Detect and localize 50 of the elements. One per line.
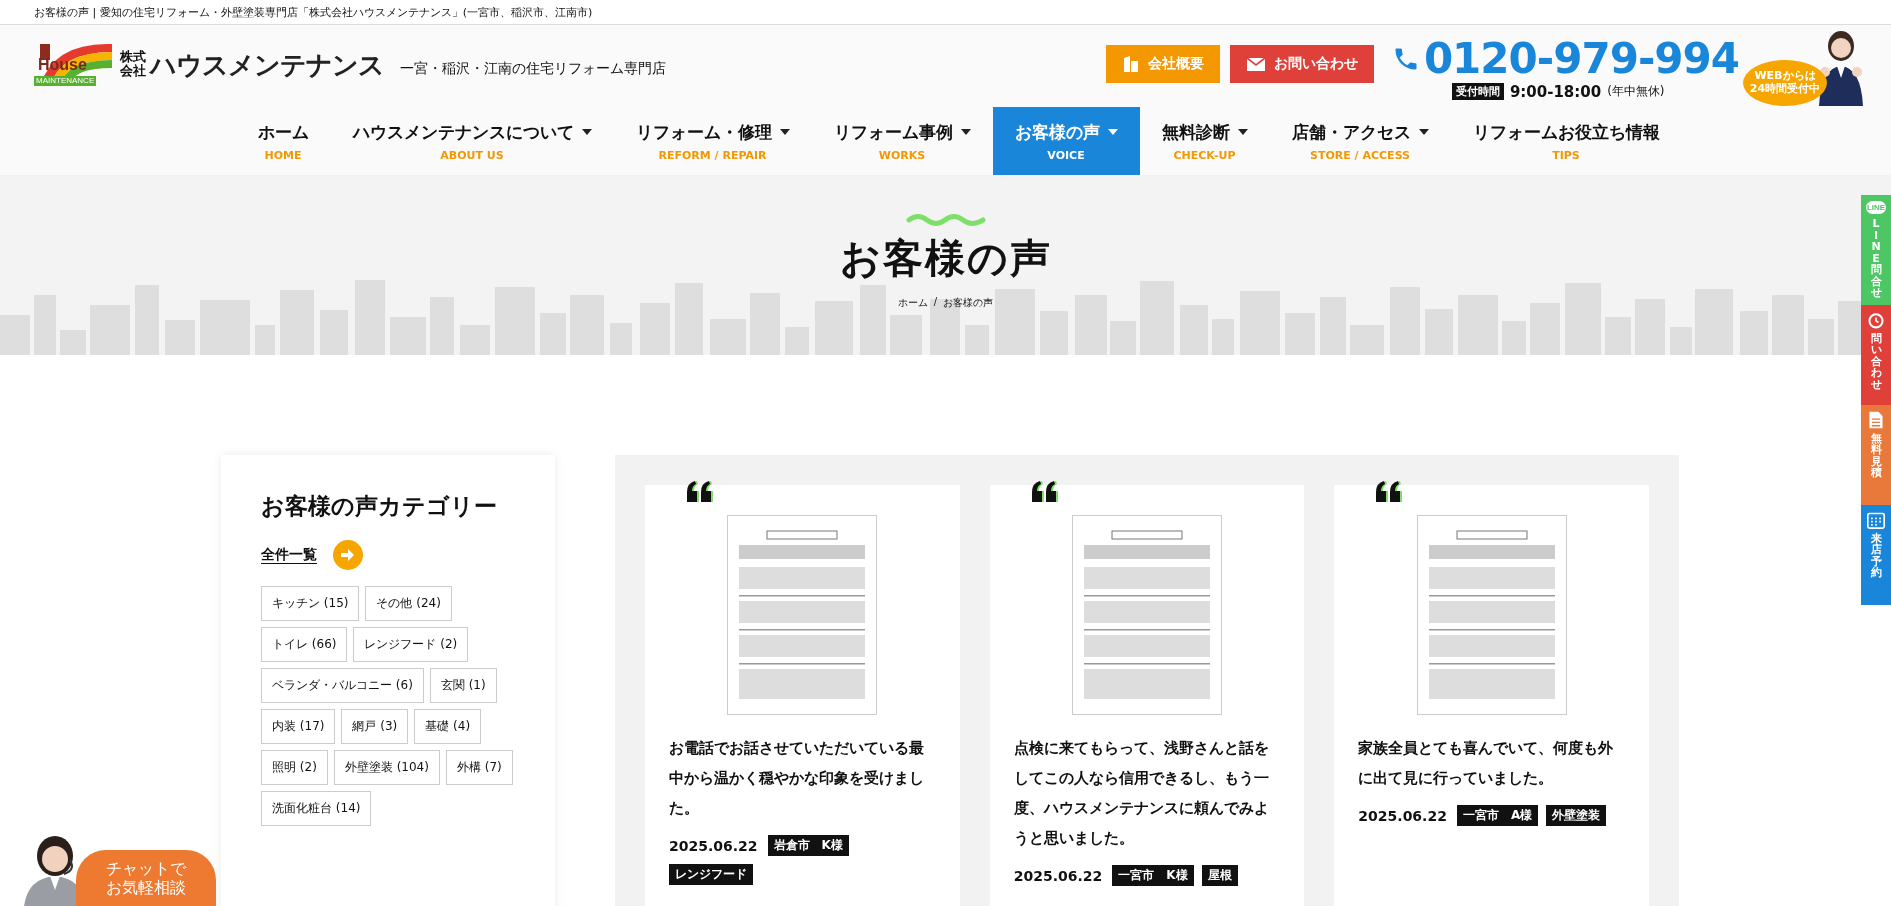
side-tab[interactable]: 問い合わせ xyxy=(1861,304,1891,405)
nav-item[interactable]: リフォーム事例 WORKS xyxy=(811,107,993,175)
category-tag[interactable]: その他 (24) xyxy=(365,586,452,621)
post-date: 2025.06.22 xyxy=(1358,807,1447,824)
category-heading: お客様の声カテゴリー xyxy=(261,492,498,521)
phone-number[interactable]: 0120-979-994 xyxy=(1423,37,1739,80)
category-tag[interactable]: 内装 (17) xyxy=(261,709,336,744)
breadcrumb-separator: / xyxy=(933,296,938,309)
category-tag[interactable]: 洗面化粧台 (14) xyxy=(261,791,372,826)
side-tab[interactable]: 来店予約 xyxy=(1861,504,1891,605)
voice-tag: 外壁塗装 xyxy=(1546,805,1607,826)
category-tag[interactable]: トイレ (66) xyxy=(261,627,348,662)
voice-text: 家族全員とても喜んでいて、何度も外に出て見に行っていました。 xyxy=(1358,738,1615,789)
voice-tag: レンジフード xyxy=(669,864,753,885)
header-button[interactable]: お問い合わせ xyxy=(1229,45,1374,83)
business-hours: 9:00-18:00 xyxy=(1509,82,1602,101)
tagline: 一宮・稲沢・江南の住宅リフォーム専門店 xyxy=(400,60,666,78)
page-title: お客様の声 | 愛知の住宅リフォーム・外壁塗装専門店「株式会社ハウスメンテナンス」(一宮市、稲沢市、江南市) xyxy=(34,4,593,20)
web-badge: WEBからは 24時間受付中 xyxy=(1743,60,1827,106)
voice-tag: 一宮市 A様 xyxy=(1456,805,1539,826)
line-icon: LINE xyxy=(1865,201,1887,214)
voice-tag: 屋根 xyxy=(1201,865,1238,886)
all-link[interactable]: 全件一覧 xyxy=(261,546,317,564)
breadcrumb-link[interactable]: ホーム xyxy=(897,296,928,310)
nav-item[interactable]: ホーム HOME xyxy=(235,107,331,175)
category-tag[interactable]: 照明 (2) xyxy=(261,750,328,785)
post-date: 2025.06.22 xyxy=(669,837,758,854)
voice-text: お電話でお話させていただいている最中から温かく穏やかな印象を受けました。 xyxy=(669,738,925,819)
hours-badge: 受付時間 xyxy=(1451,83,1504,100)
nav-item[interactable]: 無料診断 CHECK-UP xyxy=(1139,107,1270,175)
category-tag[interactable]: レンジフード (2) xyxy=(353,627,469,662)
voice-text: 点検に来てもらって、浅野さんと話をしてこの人なら信用できるし、もう一度、ハウスメンテナンスに頼んでみようと思いました。 xyxy=(1013,738,1270,849)
nav-item[interactable]: ハウスメンテナンスについて ABOUT US xyxy=(330,107,614,175)
category-tag[interactable]: 基礎 (4) xyxy=(414,709,482,744)
breadcrumb-current: お客様の声 xyxy=(943,296,994,310)
nav-item[interactable]: お客様の声 VOICE xyxy=(992,107,1140,175)
voice-tag: 一宮市 K様 xyxy=(1112,865,1194,886)
nav-item[interactable]: 店舗・アクセス STORE / ACCESS xyxy=(1269,107,1451,175)
nav-item[interactable]: リフォームお役立ち情報 TIPS xyxy=(1450,107,1682,175)
voice-tag: 岩倉市 K様 xyxy=(767,835,849,856)
category-tag[interactable]: 玄関 (1) xyxy=(429,668,497,703)
category-tag[interactable]: キッチン (15) xyxy=(261,586,360,621)
category-tag[interactable]: 外壁塗装 (104) xyxy=(333,750,440,785)
page-heading: お客様の声 xyxy=(839,234,1052,283)
category-tag[interactable]: 網戸 (3) xyxy=(341,709,409,744)
category-tag[interactable]: 外構 (7) xyxy=(445,750,513,785)
hours-note: (年中無休) xyxy=(1607,83,1665,100)
nav-item[interactable]: リフォーム・修理 REFORM / REPAIR xyxy=(613,107,812,175)
category-tag[interactable]: ベランダ・バルコニー (6) xyxy=(261,668,424,703)
post-date: 2025.06.22 xyxy=(1013,867,1103,884)
